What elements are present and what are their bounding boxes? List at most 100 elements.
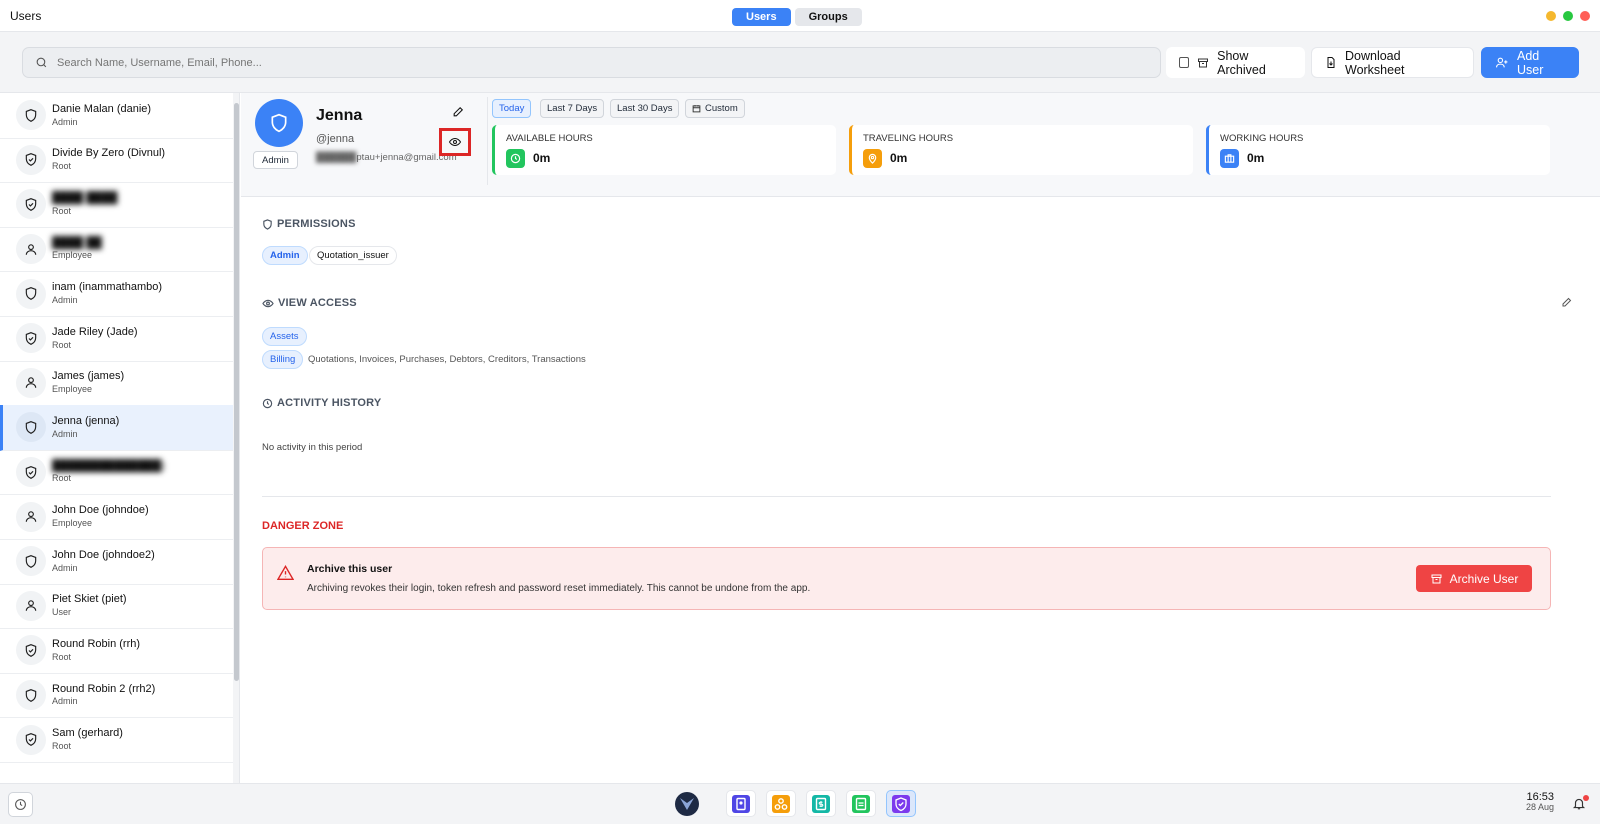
shield-icon — [16, 680, 46, 711]
user-name: Piet Skiet (piet) — [52, 593, 127, 606]
user-role: Admin — [52, 294, 78, 305]
app-dock — [672, 790, 916, 817]
stat-value: 0m — [890, 151, 908, 165]
profile-username: @jenna — [316, 133, 355, 145]
logo-icon — [674, 791, 700, 817]
user-name: ████ ████ — [52, 191, 118, 204]
user-list-item[interactable]: Piet Skiet (piet) User — [0, 584, 233, 630]
stat-label: TRAVELING HOURS — [863, 133, 954, 144]
user-role: Root — [52, 339, 72, 350]
user-list-item[interactable]: inam (inammathambo) Admin — [0, 271, 233, 317]
edit-profile-button[interactable] — [452, 105, 465, 118]
billing-access-items: Quotations, Invoices, Purchases, Debtors… — [308, 354, 586, 365]
show-archived-checkbox[interactable] — [1179, 57, 1190, 68]
app-logo[interactable] — [672, 790, 702, 817]
add-user-label: Add User — [1517, 48, 1544, 77]
eye-icon — [448, 136, 462, 148]
dock-tasks[interactable] — [846, 790, 876, 817]
dock-contacts[interactable] — [726, 790, 756, 817]
user-list-item[interactable]: Sam (gerhard) Root — [0, 717, 233, 763]
view-access-tag-billing: Billing — [262, 350, 304, 369]
dock-users[interactable] — [886, 790, 916, 817]
range-today[interactable]: Today — [492, 99, 532, 118]
show-archived-toggle[interactable]: Show Archived — [1166, 47, 1305, 78]
user-name: Divide By Zero (Divnul) — [52, 147, 166, 160]
user-role: Root — [52, 205, 72, 216]
user-role: Root — [52, 651, 72, 662]
pencil-icon — [1561, 296, 1573, 308]
notification-dot — [1583, 795, 1589, 801]
view-access-tag-assets: Assets — [262, 327, 307, 346]
dock-groups[interactable] — [766, 790, 796, 817]
minimize-button[interactable] — [1546, 11, 1556, 21]
tab-users[interactable]: Users — [732, 8, 791, 26]
user-role: User — [52, 607, 72, 618]
add-user-button[interactable]: Add User — [1481, 47, 1579, 78]
title-bar: Users Users Groups — [0, 0, 1600, 32]
danger-zone-panel: Archive this user Archiving revokes thei… — [262, 547, 1551, 610]
maximize-button[interactable] — [1563, 11, 1573, 21]
permissions-heading: PERMISSIONS — [262, 218, 356, 230]
clock-icon — [262, 398, 273, 409]
show-archived-label: Show Archived — [1217, 48, 1266, 77]
user-role: Admin — [52, 116, 78, 127]
warning-icon — [277, 565, 294, 580]
archive-user-label: Archive User — [1449, 571, 1519, 586]
archive-user-button[interactable]: Archive User — [1416, 565, 1532, 592]
dock-billing[interactable] — [806, 790, 836, 817]
person-icon — [16, 234, 46, 265]
role-badge: Admin — [253, 151, 298, 169]
permission-tag-quotation-issuer: Quotation_issuer — [309, 246, 397, 265]
profile-name: Jenna — [316, 107, 363, 124]
user-list-item[interactable]: Round Robin (rrh) Root — [0, 628, 233, 674]
user-role: Employee — [52, 384, 93, 395]
user-role: Root — [52, 473, 72, 484]
user-list-item[interactable]: John Doe (johndoe) Employee — [0, 494, 233, 540]
divider — [262, 496, 1551, 497]
user-list-item[interactable]: Jenna (jenna) Admin — [0, 405, 233, 451]
edit-view-access-button[interactable] — [1561, 296, 1573, 308]
user-role: Root — [52, 161, 72, 172]
search-bar[interactable] — [22, 47, 1161, 78]
tab-groups[interactable]: Groups — [794, 8, 862, 26]
user-list-item[interactable]: Divide By Zero (Divnul) Root — [0, 138, 233, 184]
file-download-icon — [1325, 56, 1337, 69]
clock-date: 28 Aug — [1525, 802, 1554, 813]
clipboard-icon — [852, 794, 870, 813]
shield-check-icon — [16, 323, 46, 354]
user-list-item[interactable]: ████ ████ Root — [0, 182, 233, 228]
range-custom[interactable]: Custom — [685, 99, 745, 118]
user-list-item[interactable]: Jade Riley (Jade) Root — [0, 316, 233, 362]
scrollbar-thumb[interactable] — [234, 103, 239, 681]
user-list-item[interactable]: Danie Malan (danie) Admin — [0, 93, 233, 139]
shield-icon — [262, 218, 273, 230]
user-list-item[interactable]: ████ ██ Employee — [0, 227, 233, 273]
permission-tag-admin: Admin — [262, 246, 308, 265]
danger-zone-title: DANGER ZONE — [262, 520, 344, 532]
archive-heading: Archive this user — [307, 563, 393, 575]
download-worksheet-button[interactable]: Download Worksheet — [1311, 47, 1474, 78]
system-clock: 16:53 28 Aug — [1516, 791, 1554, 813]
user-list-item[interactable]: ██████████████) Root — [0, 450, 233, 496]
activity-history-heading: ACTIVITY HISTORY — [262, 397, 381, 409]
view-access-toggle-button[interactable] — [439, 128, 471, 156]
stat-value: 0m — [533, 151, 551, 165]
view-access-heading: VIEW ACCESS — [262, 297, 357, 309]
user-list-item[interactable]: John Doe (johndoe2) Admin — [0, 539, 233, 585]
briefcase-icon — [1220, 149, 1239, 168]
taskbar: 16:53 28 Aug — [0, 783, 1600, 824]
stat-label: WORKING HOURS — [1220, 133, 1304, 144]
calendar-icon — [692, 104, 701, 113]
pencil-icon — [452, 105, 465, 118]
close-button[interactable] — [1580, 11, 1590, 21]
user-list-item[interactable]: James (james) Employee — [0, 361, 233, 407]
shield-check-icon — [16, 189, 46, 220]
range-last-7-days[interactable]: Last 7 Days — [540, 99, 605, 118]
search-input[interactable] — [57, 56, 957, 69]
user-role: Employee — [52, 250, 93, 261]
history-button[interactable] — [8, 792, 33, 817]
user-list-item[interactable]: Round Robin 2 (rrh2) Admin — [0, 673, 233, 719]
range-last-30-days[interactable]: Last 30 Days — [610, 99, 680, 118]
shield-icon — [269, 112, 289, 134]
user-name: ████ ██ — [52, 236, 102, 249]
